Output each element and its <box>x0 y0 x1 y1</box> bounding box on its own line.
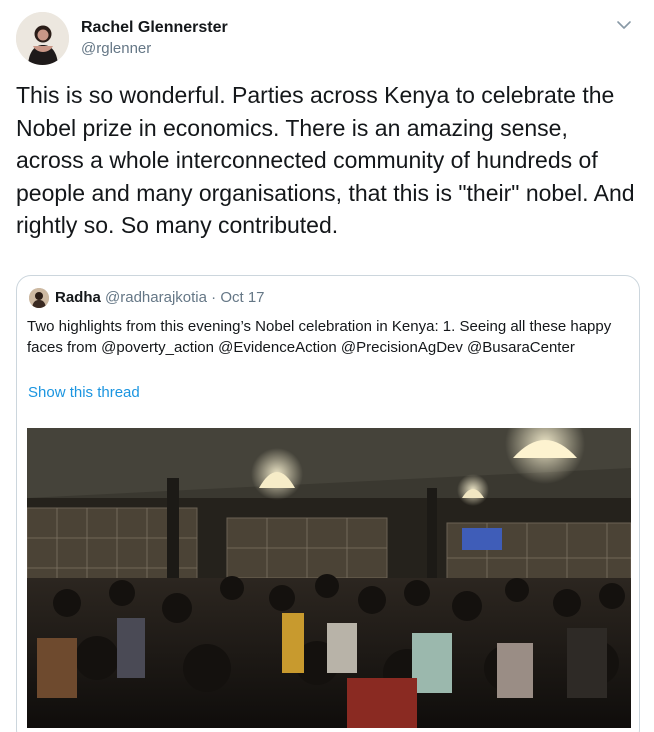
quoted-author-avatar[interactable] <box>29 288 49 308</box>
quoted-tweet-photo[interactable] <box>27 428 631 728</box>
show-thread-link[interactable]: Show this thread <box>28 384 140 401</box>
author-avatar[interactable] <box>16 12 69 65</box>
tweet: Rachel Glennerster @rglenner This is so … <box>0 0 654 732</box>
author-handle[interactable]: @rglenner <box>81 40 151 57</box>
quoted-tweet-text: Two highlights from this evening’s Nobel… <box>27 318 612 356</box>
quoted-tweet[interactable]: Radha @radharajkotia · Oct 17 Two highli… <box>16 275 640 732</box>
quoted-author-name[interactable]: Radha <box>55 289 101 306</box>
quoted-tweet-date[interactable]: Oct 17 <box>220 289 264 306</box>
author-name[interactable]: Rachel Glennerster <box>81 19 228 37</box>
quoted-tweet-meta: Radha @radharajkotia · Oct 17 <box>55 289 265 306</box>
tweet-text: This is so wonderful. Parties across Ken… <box>16 82 635 238</box>
quoted-author-handle[interactable]: @radharajkotia <box>105 289 207 306</box>
meta-separator: · <box>211 289 217 306</box>
chevron-down-icon[interactable] <box>616 18 632 30</box>
